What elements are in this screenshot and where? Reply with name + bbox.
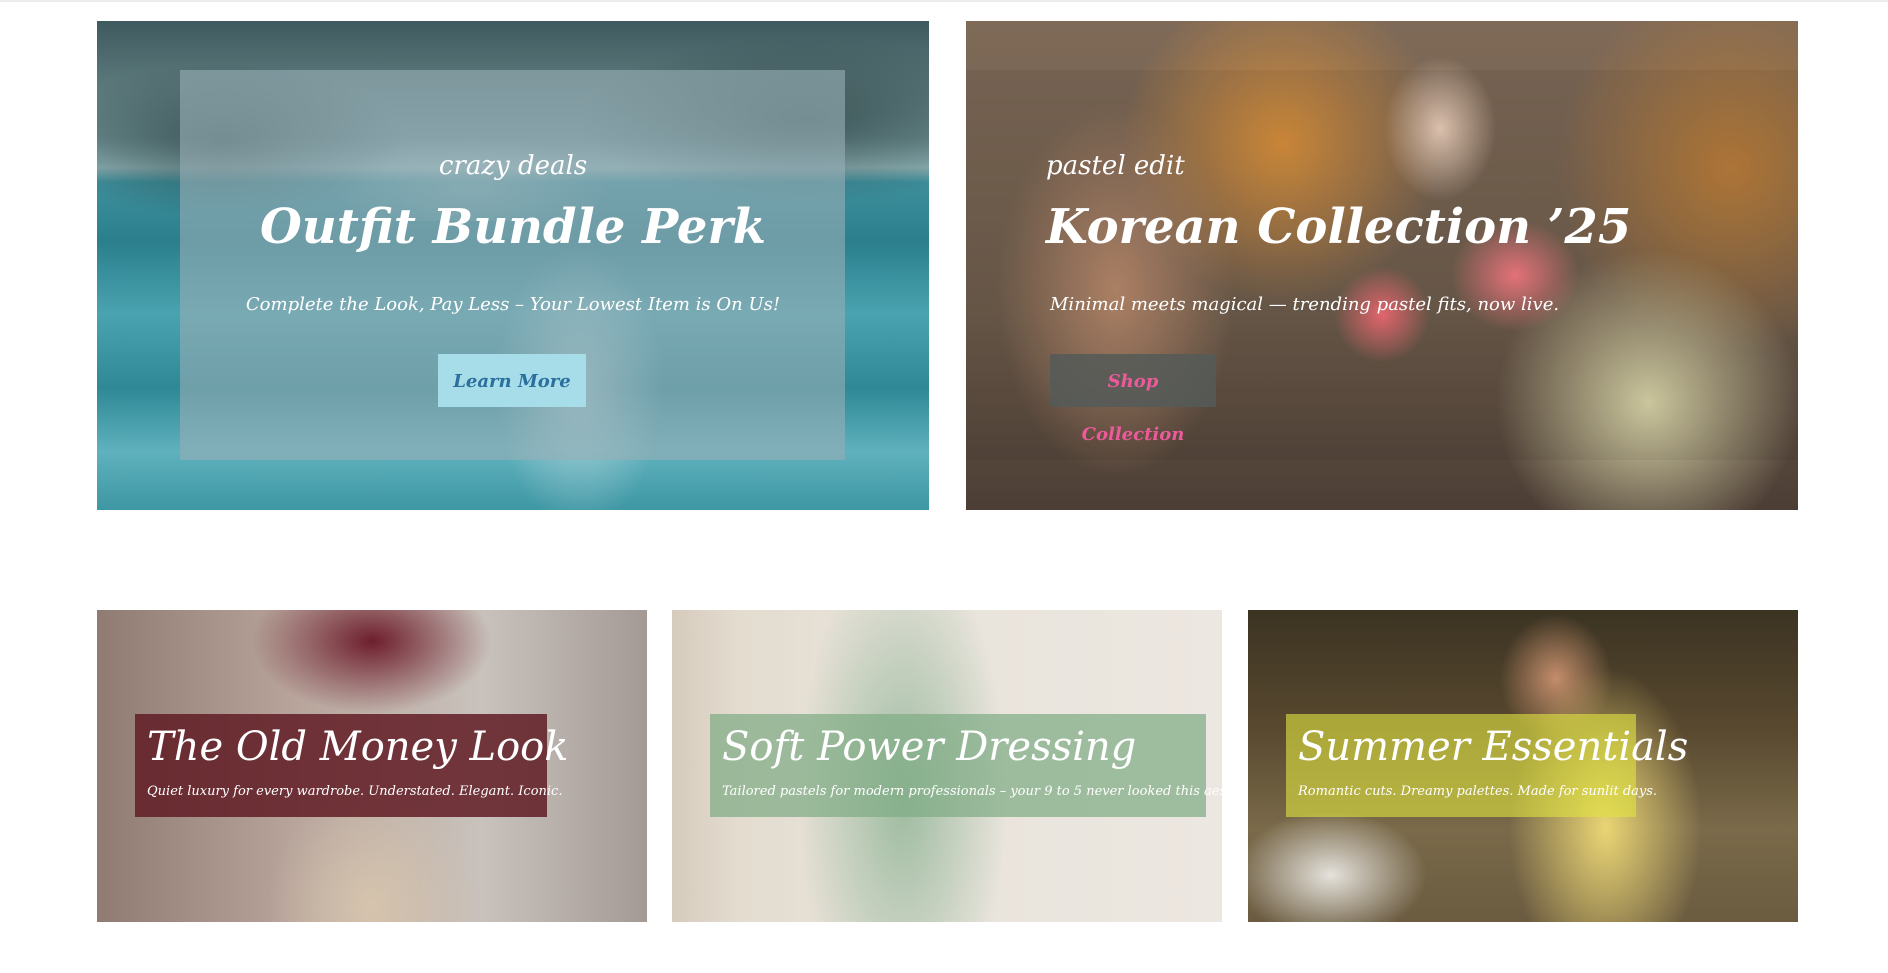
promo-banner-outfit-bundle[interactable]: crazy deals Outfit Bundle Perk Complete … [97,21,929,510]
collection-label: The Old Money Look Quiet luxury for ever… [135,714,568,817]
shop-collection-button[interactable]: Shop Collection [1050,354,1216,445]
collection-card-soft-power[interactable]: Soft Power Dressing Tailored pastels for… [672,610,1222,922]
collection-card-old-money[interactable]: The Old Money Look Quiet luxury for ever… [97,610,647,922]
collection-title: Soft Power Dressing [722,724,1137,770]
banner-kicker: pastel edit [1046,151,1185,181]
collection-title: The Old Money Look [147,724,569,770]
collection-title: Summer Essentials [1298,724,1689,770]
collection-card-summer-essentials[interactable]: Summer Essentials Romantic cuts. Dreamy … [1248,610,1798,922]
promo-banner-korean-collection[interactable]: pastel edit Korean Collection ’25 Minima… [966,21,1798,510]
learn-more-button[interactable]: Learn More [438,354,586,407]
banner-kicker: crazy deals [438,151,588,181]
top-divider [0,0,1888,2]
banner-title: Korean Collection ’25 [1046,199,1632,255]
banner-subtitle: Complete the Look, Pay Less – Your Lowes… [245,294,781,315]
collection-label: Soft Power Dressing Tailored pastels for… [710,714,1222,817]
banner-title: Outfit Bundle Perk [260,199,766,255]
banner-subtitle: Minimal meets magical — trending pastel … [1050,294,1560,315]
collection-description: Tailored pastels for modern professional… [722,784,1222,799]
collection-description: Romantic cuts. Dreamy palettes. Made for… [1298,784,1658,799]
collection-description: Quiet luxury for every wardrobe. Underst… [147,784,563,799]
collection-label: Summer Essentials Romantic cuts. Dreamy … [1286,714,1688,817]
